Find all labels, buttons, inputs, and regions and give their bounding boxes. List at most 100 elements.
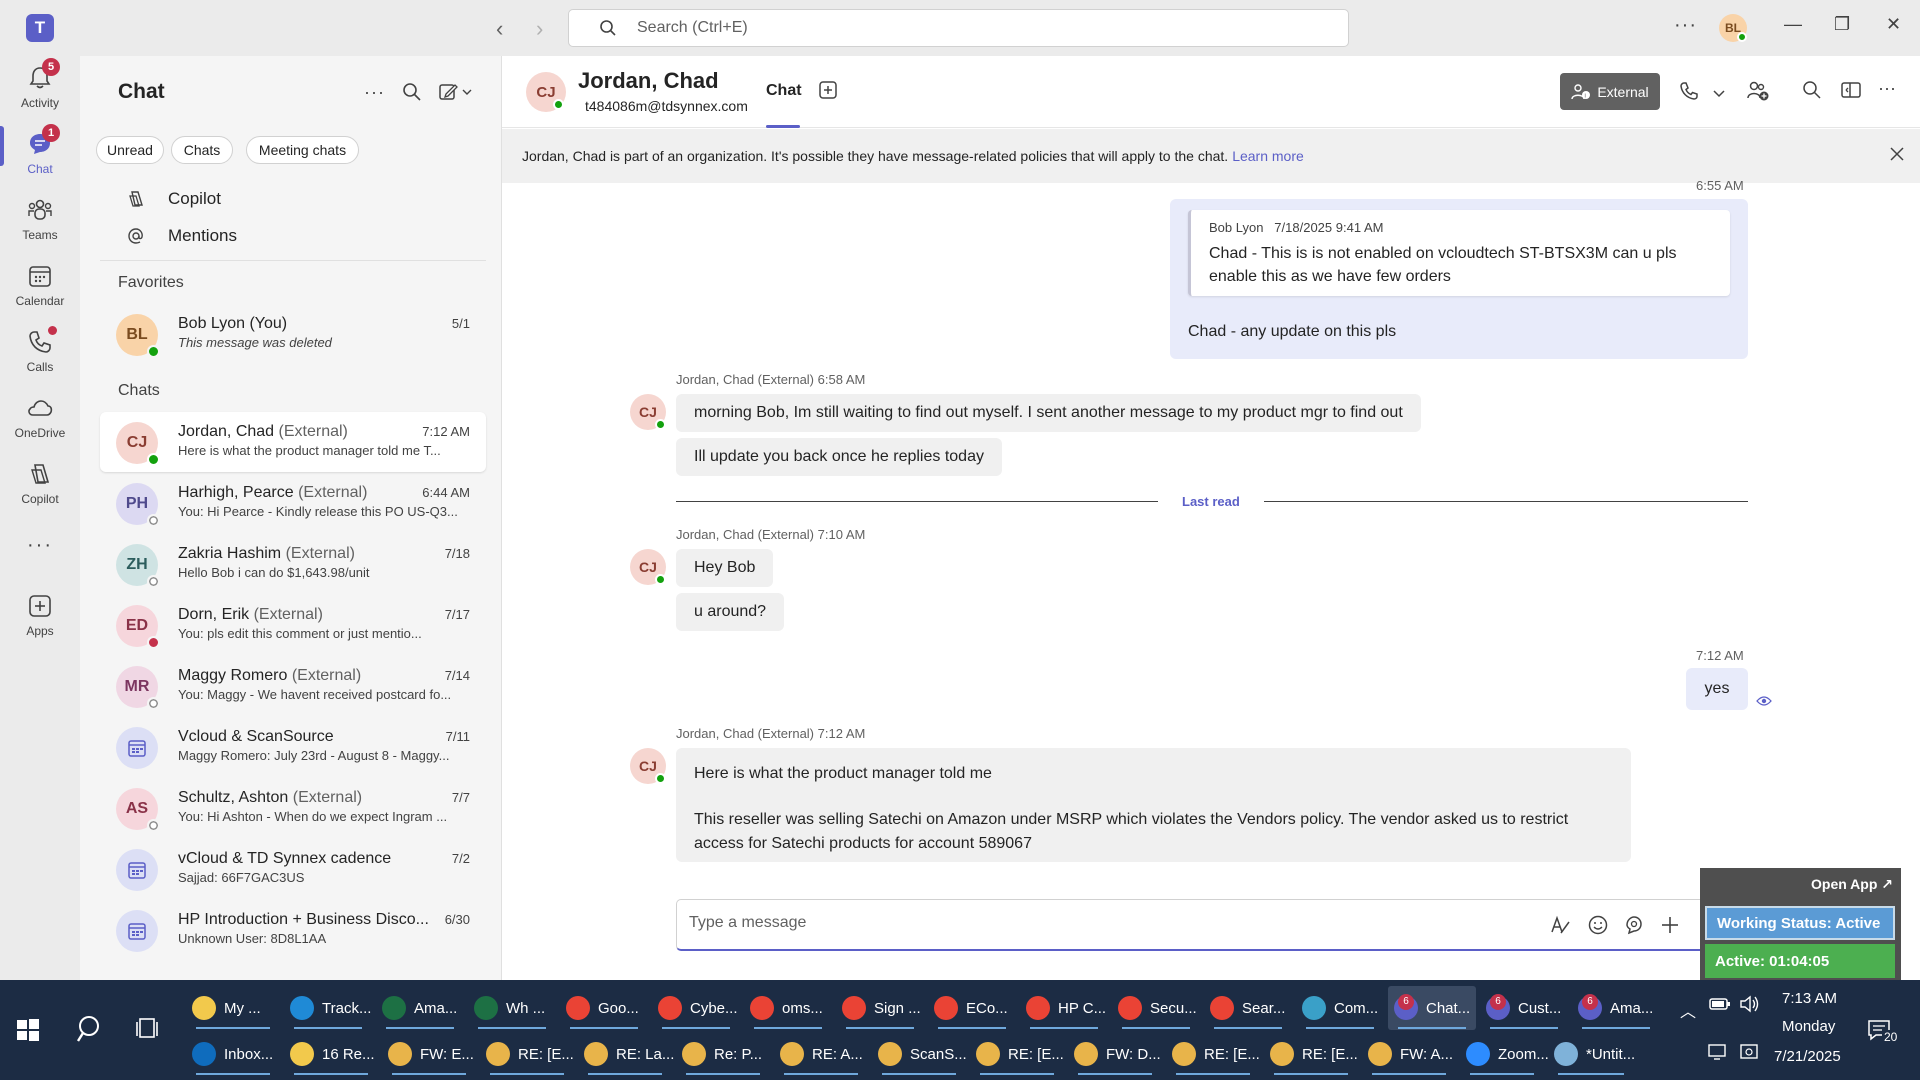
external-button[interactable]: i External xyxy=(1560,73,1660,110)
taskbar-item[interactable]: FW: E... xyxy=(382,1032,476,1076)
clock-date[interactable]: 7/21/2025 xyxy=(1774,1048,1841,1065)
taskbar-item[interactable]: oms... xyxy=(744,986,832,1030)
emoji-icon[interactable] xyxy=(1587,914,1609,941)
taskbar-item[interactable]: Secu... xyxy=(1112,986,1200,1030)
chat-list-item[interactable]: CJ Jordan, Chad (External) Here is what th… xyxy=(100,412,486,472)
chat-list-item[interactable]: ZH Zakria Hashim (External) Hello Bob i ca… xyxy=(100,534,486,594)
quoted-message[interactable]: Bob Lyon 7/18/2025 9:41 AM Chad - This i… xyxy=(1188,210,1730,296)
taskbar-item[interactable]: Goo... xyxy=(560,986,648,1030)
tab-chat[interactable]: Chat xyxy=(766,82,802,100)
sync-icon[interactable] xyxy=(1738,1042,1762,1067)
rail-item-apps[interactable]: Apps xyxy=(0,592,80,638)
audio-call-icon[interactable] xyxy=(1678,80,1700,107)
conversation-more-options-icon[interactable]: ··· xyxy=(1878,78,1896,99)
chat-list-item[interactable]: PH Harhigh, Pearce (External) You: Hi Pear… xyxy=(100,473,486,533)
rail-item-activity[interactable]: 5 Activity xyxy=(0,58,80,110)
chat-list-item[interactable]: BL Bob Lyon (You) This message was deleted… xyxy=(100,304,486,364)
taskbar-item[interactable]: Cybe... xyxy=(652,986,740,1030)
sender-avatar[interactable]: CJ xyxy=(630,394,666,430)
taskbar-item[interactable]: Sign ... xyxy=(836,986,924,1030)
show-hidden-icons-chevron-icon[interactable]: ︿ xyxy=(1680,998,1696,1022)
taskbar-item[interactable]: RE: [E... xyxy=(1166,1032,1260,1076)
rail-item-copilot[interactable]: Copilot xyxy=(0,460,80,506)
forward-arrow-icon[interactable]: › xyxy=(536,16,543,42)
taskbar-item[interactable]: HP C... xyxy=(1020,986,1108,1030)
chat-more-options-icon[interactable]: ··· xyxy=(364,82,385,103)
user-avatar[interactable]: BL xyxy=(1719,14,1747,42)
rail-item-chat[interactable]: 1 Chat xyxy=(0,124,80,176)
rail-item-teams[interactable]: Teams xyxy=(0,196,80,242)
pop-out-chat-icon[interactable] xyxy=(1840,80,1862,105)
minimize-icon[interactable]: — xyxy=(1784,14,1802,35)
open-app-button[interactable]: Open App ↗ xyxy=(1811,876,1893,893)
call-options-chevron-icon[interactable] xyxy=(1712,86,1726,104)
taskbar-item[interactable]: ScanS... xyxy=(872,1032,967,1076)
taskbar-item[interactable]: FW: A... xyxy=(1362,1032,1456,1076)
new-chat-icon[interactable] xyxy=(438,82,474,107)
chat-list-item[interactable]: MR Maggy Romero (External) You: Maggy - We… xyxy=(100,656,486,716)
task-view-icon[interactable] xyxy=(136,1016,162,1047)
taskbar-item[interactable]: RE: [E... xyxy=(1264,1032,1358,1076)
rail-more-apps-icon[interactable]: ··· xyxy=(0,534,80,557)
clock-time[interactable]: 7:13 AM xyxy=(1782,990,1837,1007)
filter-meeting-chats[interactable]: Meeting chats xyxy=(246,136,359,164)
clock-day[interactable]: Monday xyxy=(1782,1018,1835,1035)
taskbar-search-icon[interactable] xyxy=(76,1014,106,1049)
close-banner-icon[interactable] xyxy=(1888,145,1906,166)
volume-icon[interactable] xyxy=(1738,994,1762,1019)
rail-item-onedrive[interactable]: OneDrive xyxy=(0,394,80,440)
contact-avatar[interactable]: CJ xyxy=(526,72,566,112)
taskbar-item[interactable]: 6 Chat... xyxy=(1388,986,1476,1030)
taskbar-item[interactable]: 6 Ama... xyxy=(1572,986,1660,1030)
taskbar-item[interactable]: Com... xyxy=(1296,986,1384,1030)
taskbar-item[interactable]: RE: La... xyxy=(578,1032,674,1076)
incoming-message[interactable]: u around? xyxy=(676,593,785,631)
incoming-message[interactable]: Ill update you back once he replies toda… xyxy=(676,438,1002,476)
more-options-icon[interactable]: ··· xyxy=(1674,14,1697,37)
format-text-icon[interactable] xyxy=(1549,914,1571,941)
restore-icon[interactable]: ❐ xyxy=(1834,14,1850,35)
taskbar-item[interactable]: RE: [E... xyxy=(970,1032,1064,1076)
chat-list-item[interactable]: Vcloud & ScanSource Maggy Romero: July 23… xyxy=(100,717,486,777)
search-box[interactable]: Search (Ctrl+E) xyxy=(568,9,1349,47)
taskbar-item[interactable]: ECo... xyxy=(928,986,1016,1030)
taskbar-item[interactable]: RE: A... xyxy=(774,1032,868,1076)
compose-box[interactable] xyxy=(676,899,1748,951)
battery-icon[interactable] xyxy=(1708,994,1732,1019)
chat-list-item[interactable]: ED Dorn, Erik (External) You: pls edit thi… xyxy=(100,595,486,655)
close-window-icon[interactable]: ✕ xyxy=(1886,14,1901,35)
network-icon[interactable] xyxy=(1706,1042,1730,1067)
attach-plus-icon[interactable] xyxy=(1659,914,1681,941)
taskbar-item[interactable]: RE: [E... xyxy=(480,1032,574,1076)
taskbar-item[interactable]: 6 Cust... xyxy=(1480,986,1568,1030)
taskbar-item[interactable]: Track... xyxy=(284,986,372,1030)
taskbar-item[interactable]: Zoom... xyxy=(1460,1032,1549,1076)
chat-list-item[interactable]: HP Introduction + Business Disco... Unkno… xyxy=(100,900,486,960)
taskbar-item[interactable]: Ama... xyxy=(376,986,464,1030)
chat-list-item[interactable]: AS Schultz, Ashton (External) You: Hi Asht… xyxy=(100,778,486,838)
taskbar-item[interactable]: Wh ... xyxy=(468,986,556,1030)
rail-item-calendar[interactable]: Calendar xyxy=(0,262,80,308)
sender-avatar[interactable]: CJ xyxy=(630,549,666,585)
windows-start-icon[interactable] xyxy=(16,1018,40,1047)
back-arrow-icon[interactable]: ‹ xyxy=(496,16,503,42)
sender-avatar[interactable]: CJ xyxy=(630,748,666,784)
taskbar-item[interactable]: FW: D... xyxy=(1068,1032,1162,1076)
quick-item-copilot[interactable]: Copilot xyxy=(126,189,221,209)
incoming-message[interactable]: morning Bob, Im still waiting to find ou… xyxy=(676,394,1421,432)
working-status-indicator[interactable]: Working Status: Active xyxy=(1705,906,1895,940)
search-in-chat-icon[interactable] xyxy=(1802,80,1822,105)
loop-component-icon[interactable] xyxy=(1623,914,1645,941)
rail-item-calls[interactable]: Calls xyxy=(0,326,80,374)
taskbar-item[interactable]: My ... xyxy=(186,986,280,1030)
add-people-icon[interactable] xyxy=(1746,80,1770,107)
filter-unread[interactable]: Unread xyxy=(96,136,164,164)
taskbar-item[interactable]: Inbox... xyxy=(186,1032,280,1076)
quick-item-mentions[interactable]: Mentions xyxy=(126,226,237,246)
incoming-message-long[interactable]: Here is what the product manager told me… xyxy=(676,748,1631,862)
message-input[interactable] xyxy=(689,914,1509,932)
outgoing-message[interactable]: yes xyxy=(1686,668,1748,710)
taskbar-item[interactable]: Re: P... xyxy=(676,1032,770,1076)
taskbar-item[interactable]: 16 Re... xyxy=(284,1032,378,1076)
chat-list-item[interactable]: vCloud & TD Synnex cadence Sajjad: 66F7GA… xyxy=(100,839,486,899)
